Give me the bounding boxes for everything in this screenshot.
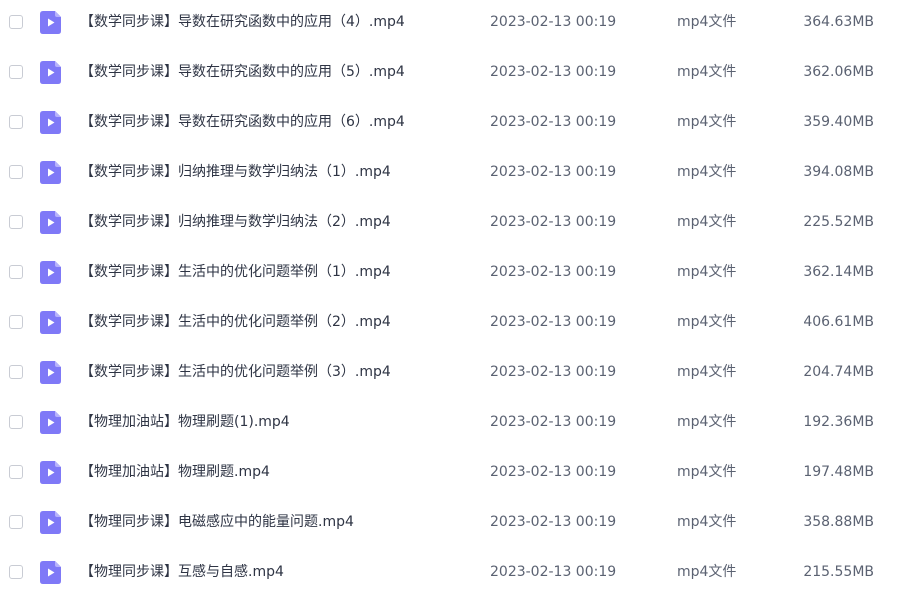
video-file-icon (40, 311, 61, 334)
file-row[interactable]: 【物理同步课】互感与自感.mp4 2023-02-13 00:19 mp4文件 215… (0, 550, 899, 589)
file-row[interactable]: 【数学同步课】生活中的优化问题举例（2）.mp4 2023-02-13 00:19… (0, 300, 899, 350)
file-type: mp4文件 (677, 114, 737, 130)
file-row[interactable]: 【数学同步课】导数在研究函数中的应用（4）.mp4 2023-02-13 00:1… (0, 0, 899, 50)
file-name[interactable]: 【数学同步课】导数在研究函数中的应用（6）.mp4 (80, 100, 405, 144)
file-size: 364.63MB (803, 14, 874, 30)
modified-time: 2023-02-13 00:19 (490, 214, 617, 230)
file-name[interactable]: 【数学同步课】生活中的优化问题举例（1）.mp4 (80, 250, 391, 294)
file-type: mp4文件 (677, 64, 737, 80)
file-type: mp4文件 (677, 214, 737, 230)
file-size: 197.48MB (803, 464, 874, 480)
video-file-icon (40, 111, 61, 134)
modified-time: 2023-02-13 00:19 (490, 564, 617, 580)
file-row[interactable]: 【物理同步课】电磁感应中的能量问题.mp4 2023-02-13 00:19 mp4… (0, 500, 899, 550)
file-type: mp4文件 (677, 264, 737, 280)
row-checkbox[interactable] (9, 15, 23, 29)
file-type: mp4文件 (677, 314, 737, 330)
row-checkbox[interactable] (9, 315, 23, 329)
file-type: mp4文件 (677, 164, 737, 180)
row-checkbox[interactable] (9, 65, 23, 79)
video-file-icon (40, 411, 61, 434)
file-name[interactable]: 【物理同步课】电磁感应中的能量问题.mp4 (80, 500, 354, 544)
file-name[interactable]: 【数学同步课】生活中的优化问题举例（3）.mp4 (80, 350, 391, 394)
video-file-icon (40, 361, 61, 384)
file-name[interactable]: 【数学同步课】导数在研究函数中的应用（5）.mp4 (80, 50, 405, 94)
file-name[interactable]: 【数学同步课】归纳推理与数学归纳法（1）.mp4 (80, 150, 391, 194)
video-file-icon (40, 61, 61, 84)
video-file-icon (40, 11, 61, 34)
modified-time: 2023-02-13 00:19 (490, 64, 617, 80)
modified-time: 2023-02-13 00:19 (490, 14, 617, 30)
row-checkbox[interactable] (9, 365, 23, 379)
file-size: 225.52MB (803, 214, 874, 230)
video-file-icon (40, 211, 61, 234)
file-name[interactable]: 【物理同步课】互感与自感.mp4 (80, 550, 284, 589)
modified-time: 2023-02-13 00:19 (490, 314, 617, 330)
modified-time: 2023-02-13 00:19 (490, 164, 617, 180)
file-type: mp4文件 (677, 564, 737, 580)
file-type: mp4文件 (677, 414, 737, 430)
file-name[interactable]: 【物理加油站】物理刷题.mp4 (80, 450, 270, 494)
row-checkbox[interactable] (9, 215, 23, 229)
row-checkbox[interactable] (9, 265, 23, 279)
video-file-icon (40, 511, 61, 534)
file-row[interactable]: 【数学同步课】生活中的优化问题举例（3）.mp4 2023-02-13 00:19… (0, 350, 899, 400)
file-type: mp4文件 (677, 464, 737, 480)
file-name[interactable]: 【数学同步课】生活中的优化问题举例（2）.mp4 (80, 300, 391, 344)
file-size: 358.88MB (803, 514, 874, 530)
file-type: mp4文件 (677, 364, 737, 380)
video-file-icon (40, 461, 61, 484)
video-file-icon (40, 161, 61, 184)
modified-time: 2023-02-13 00:19 (490, 364, 617, 380)
file-name[interactable]: 【数学同步课】归纳推理与数学归纳法（2）.mp4 (80, 200, 391, 244)
modified-time: 2023-02-13 00:19 (490, 414, 617, 430)
file-row[interactable]: 【物理加油站】物理刷题(1).mp4 2023-02-13 00:19 mp4文件 1… (0, 400, 899, 450)
file-size: 192.36MB (803, 414, 874, 430)
file-size: 362.06MB (803, 64, 874, 80)
file-row[interactable]: 【物理加油站】物理刷题.mp4 2023-02-13 00:19 mp4文件 197.… (0, 450, 899, 500)
row-checkbox[interactable] (9, 415, 23, 429)
file-row[interactable]: 【数学同步课】生活中的优化问题举例（1）.mp4 2023-02-13 00:19… (0, 250, 899, 300)
row-checkbox[interactable] (9, 565, 23, 579)
file-type: mp4文件 (677, 514, 737, 530)
file-size: 394.08MB (803, 164, 874, 180)
row-checkbox[interactable] (9, 165, 23, 179)
file-size: 406.61MB (803, 314, 874, 330)
file-list: 【数学同步课】导数在研究函数中的应用（4）.mp4 2023-02-13 00:1… (0, 0, 899, 589)
file-row[interactable]: 【数学同步课】归纳推理与数学归纳法（2）.mp4 2023-02-13 00:19… (0, 200, 899, 250)
row-checkbox[interactable] (9, 465, 23, 479)
modified-time: 2023-02-13 00:19 (490, 264, 617, 280)
file-size: 204.74MB (803, 364, 874, 380)
row-checkbox[interactable] (9, 515, 23, 529)
file-size: 359.40MB (803, 114, 874, 130)
video-file-icon (40, 561, 61, 584)
file-row[interactable]: 【数学同步课】导数在研究函数中的应用（6）.mp4 2023-02-13 00:1… (0, 100, 899, 150)
video-file-icon (40, 261, 61, 284)
file-type: mp4文件 (677, 14, 737, 30)
modified-time: 2023-02-13 00:19 (490, 464, 617, 480)
file-name[interactable]: 【数学同步课】导数在研究函数中的应用（4）.mp4 (80, 0, 405, 44)
modified-time: 2023-02-13 00:19 (490, 114, 617, 130)
modified-time: 2023-02-13 00:19 (490, 514, 617, 530)
row-checkbox[interactable] (9, 115, 23, 129)
file-row[interactable]: 【数学同步课】导数在研究函数中的应用（5）.mp4 2023-02-13 00:1… (0, 50, 899, 100)
file-row[interactable]: 【数学同步课】归纳推理与数学归纳法（1）.mp4 2023-02-13 00:19… (0, 150, 899, 200)
file-size: 362.14MB (803, 264, 874, 280)
file-size: 215.55MB (803, 564, 874, 580)
file-name[interactable]: 【物理加油站】物理刷题(1).mp4 (80, 400, 290, 444)
